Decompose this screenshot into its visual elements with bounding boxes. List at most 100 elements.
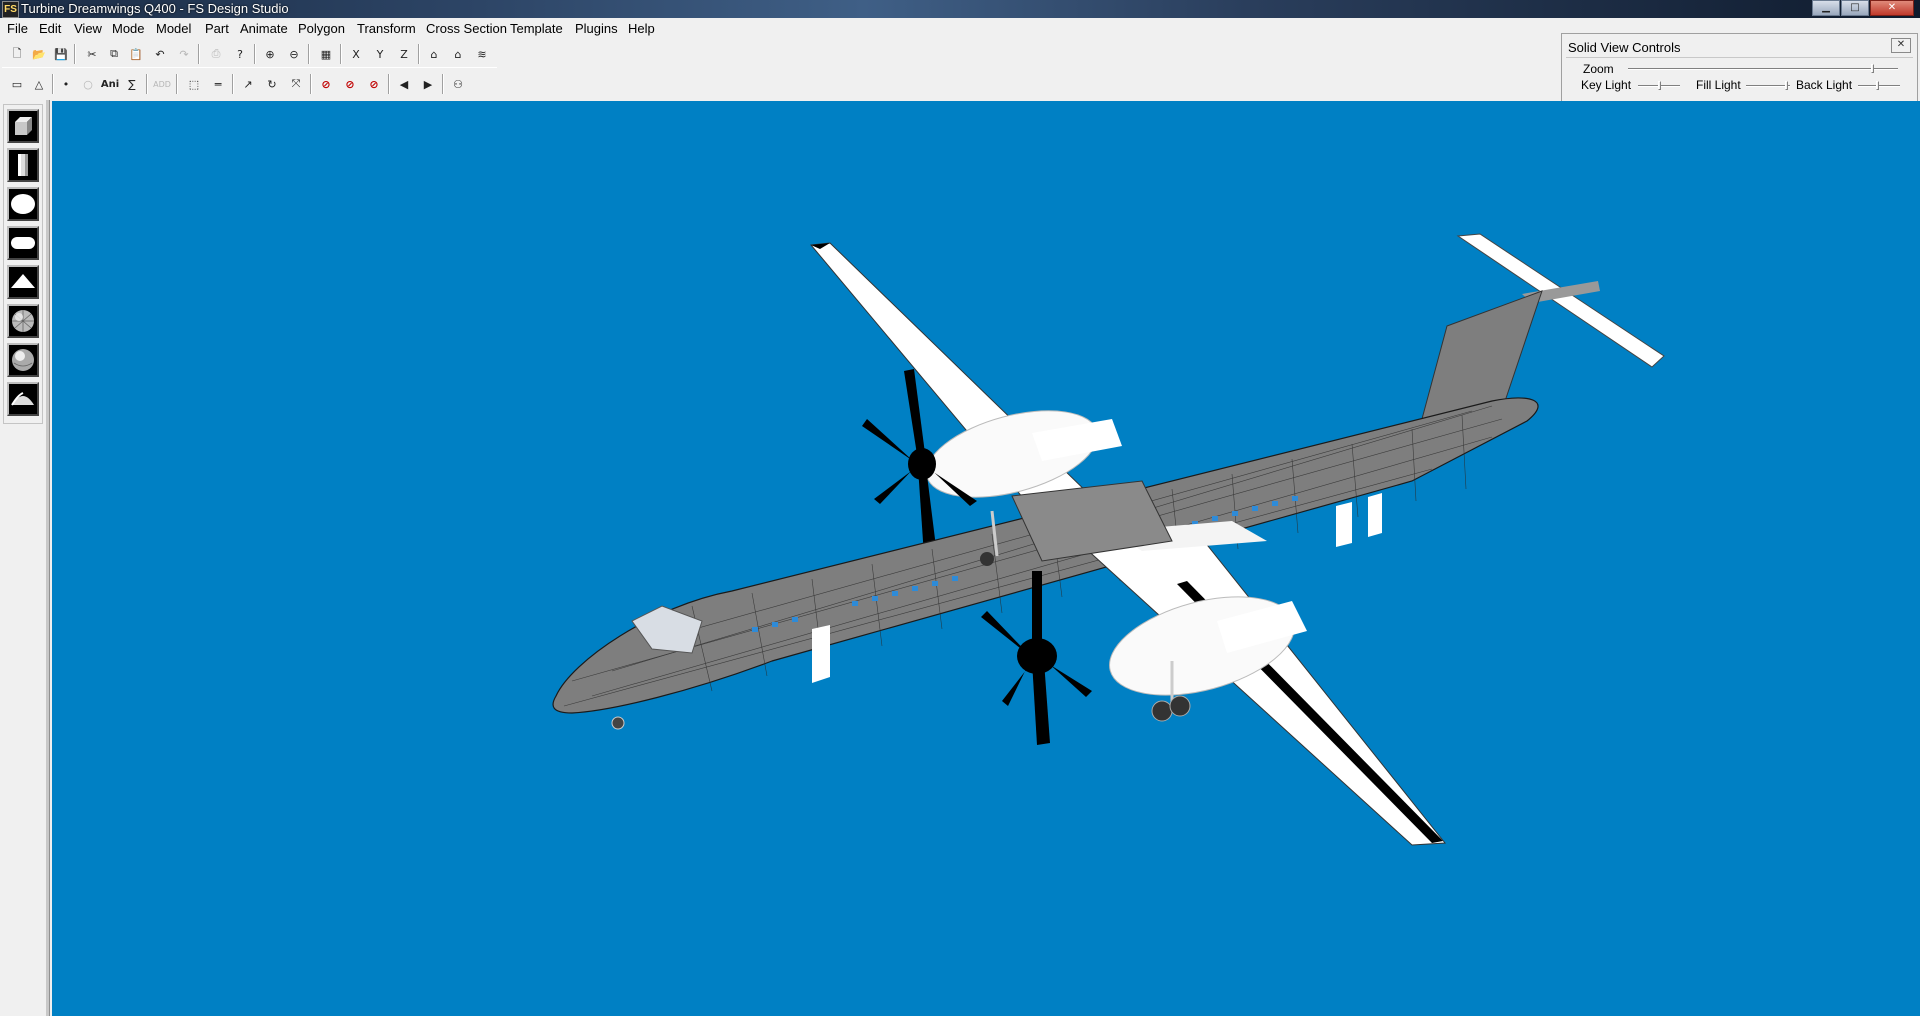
house-icon[interactable]: ⌂ (448, 44, 468, 64)
rotate-icon[interactable]: ↻ (262, 74, 282, 94)
toolbar-separator (254, 44, 256, 64)
cone-primitive-icon[interactable] (7, 265, 39, 299)
menu-model[interactable]: Model (155, 21, 192, 37)
fill-light-slider-thumb[interactable] (1785, 81, 1788, 90)
paste-icon[interactable]: 📋 (126, 44, 146, 64)
menu-polygon[interactable]: Polygon (297, 21, 346, 37)
geosphere-primitive-icon[interactable] (7, 304, 39, 338)
toolbar-separator (176, 74, 178, 94)
toolbar-separator (388, 74, 390, 94)
toolbar-separator (418, 44, 420, 64)
save-icon[interactable]: 💾 (51, 44, 71, 64)
minimize-button[interactable]: ▁ (1812, 0, 1840, 16)
binoculars-icon[interactable]: ⚇ (448, 74, 468, 94)
aircraft-model-render (552, 233, 1665, 846)
menu-bar: File Edit View Mode Model Part Animate P… (0, 18, 1562, 40)
window-title: Turbine Dreamwings Q400 - FS Design Stud… (21, 1, 289, 16)
toolbar-separator (74, 44, 76, 64)
wireframe-icon[interactable]: ⌂ (424, 44, 444, 64)
capsule-primitive-icon[interactable] (7, 226, 39, 260)
circle-icon[interactable]: ○ (78, 74, 98, 94)
animation-icon[interactable]: Ani (100, 74, 120, 94)
no-x-icon[interactable]: ⊘ (316, 74, 336, 94)
viewport-divider (46, 100, 50, 1016)
menu-part[interactable]: Part (204, 21, 230, 37)
menu-file[interactable]: File (6, 21, 29, 37)
view-y-icon[interactable]: Y (370, 44, 390, 64)
menu-animate[interactable]: Animate (239, 21, 289, 37)
sphere-primitive-icon[interactable] (7, 187, 39, 221)
cut-icon[interactable]: ✂ (82, 44, 102, 64)
new-icon[interactable]: 🗋 (7, 44, 27, 64)
menu-edit[interactable]: Edit (38, 21, 62, 37)
scale-icon[interactable]: ⤧ (286, 74, 306, 94)
toolbar-separator (146, 74, 148, 94)
back-light-slider-thumb[interactable] (1876, 81, 1879, 90)
key-light-slider-thumb[interactable] (1658, 81, 1661, 90)
next-icon[interactable]: ▶ (418, 74, 438, 94)
no-y-icon[interactable]: ⊘ (340, 74, 360, 94)
cylinder-primitive-icon[interactable] (7, 148, 39, 182)
key-light-label: Key Light (1581, 78, 1632, 92)
title-bar: FS Turbine Dreamwings Q400 - FS Design S… (0, 0, 1920, 18)
maximize-button[interactable]: □ (1841, 0, 1869, 16)
prev-icon[interactable]: ◀ (394, 74, 414, 94)
toolbar-separator (308, 44, 310, 64)
app-icon: FS (2, 1, 19, 18)
dome-primitive-icon[interactable] (7, 382, 39, 416)
toolbar-separator (340, 44, 342, 64)
fill-light-label: Fill Light (1696, 78, 1741, 92)
zoom-out-icon[interactable]: ⊖ (284, 44, 304, 64)
solid-view-controls-panel: Solid View Controls ✕ Zoom Key Light Fil… (1561, 33, 1918, 105)
fill-light-slider-track[interactable] (1746, 85, 1790, 87)
menu-view[interactable]: View (73, 21, 103, 37)
point-icon[interactable]: • (56, 74, 76, 94)
marquee-icon[interactable]: ⬚ (184, 74, 204, 94)
render-icon[interactable]: ≋ (472, 44, 492, 64)
toolbar-separator (310, 74, 312, 94)
cube-primitive-icon[interactable] (7, 109, 39, 143)
no-z-icon[interactable]: ⊘ (364, 74, 384, 94)
copy-icon[interactable]: ⧉ (104, 44, 124, 64)
3d-viewport[interactable] (52, 101, 1920, 1016)
edit-toolbar: ▭ △ • ○ Ani ∑ ADD ⬚ ═ ↗ ↻ ⤧ ⊘ ⊘ ⊘ ◀ ▶ ⚇ (2, 71, 472, 97)
menu-transform[interactable]: Transform (356, 21, 417, 37)
menu-help[interactable]: Help (627, 21, 656, 37)
sum-icon[interactable]: ∑ (122, 74, 142, 94)
grid-icon[interactable]: ▦ (316, 44, 336, 64)
toolbar-separator (52, 74, 54, 94)
arrow-icon[interactable]: ↗ (238, 74, 258, 94)
toolbar-separator (198, 44, 200, 64)
view-x-icon[interactable]: X (346, 44, 366, 64)
menu-template[interactable]: Template (509, 21, 564, 37)
window-controls: ▁ □ ✕ (1811, 0, 1914, 16)
zoom-in-icon[interactable]: ⊕ (260, 44, 280, 64)
menu-plugins[interactable]: Plugins (574, 21, 619, 37)
menu-mode[interactable]: Mode (111, 21, 146, 37)
panel-title: Solid View Controls (1568, 40, 1681, 55)
zoom-slider-thumb[interactable] (1871, 64, 1874, 73)
redo-icon[interactable]: ↷ (174, 44, 194, 64)
primitive-palette (3, 104, 43, 424)
menu-cross-section[interactable]: Cross Section (425, 21, 508, 37)
close-button[interactable]: ✕ (1870, 0, 1914, 16)
open-icon[interactable]: 📂 (29, 44, 49, 64)
toolbar-separator (442, 74, 444, 94)
shaded-sphere-primitive-icon[interactable] (7, 343, 39, 377)
triangle-icon[interactable]: △ (29, 74, 49, 94)
toolbar-separator (232, 74, 234, 94)
back-light-slider-track[interactable] (1858, 85, 1900, 87)
back-light-label: Back Light (1796, 78, 1853, 92)
print-icon[interactable]: ⎙ (206, 44, 226, 64)
undo-icon[interactable]: ↶ (150, 44, 170, 64)
add-icon[interactable]: ADD (152, 74, 172, 94)
zoom-label: Zoom (1583, 62, 1614, 76)
view-z-icon[interactable]: Z (394, 44, 414, 64)
select-box-icon[interactable]: ▭ (7, 74, 27, 94)
ruler-icon[interactable]: ═ (208, 74, 228, 94)
zoom-slider-track[interactable] (1628, 68, 1898, 70)
close-icon[interactable]: ✕ (1891, 38, 1911, 53)
light-controls-group: Zoom Key Light Fill Light Back Light (1566, 57, 1913, 102)
main-toolbar: 🗋 📂 💾 ✂ ⧉ 📋 ↶ ↷ ⎙ ? ⊕ ⊖ ▦ X Y Z ⌂ ⌂ ≋ (2, 41, 497, 68)
help-icon[interactable]: ? (230, 44, 250, 64)
